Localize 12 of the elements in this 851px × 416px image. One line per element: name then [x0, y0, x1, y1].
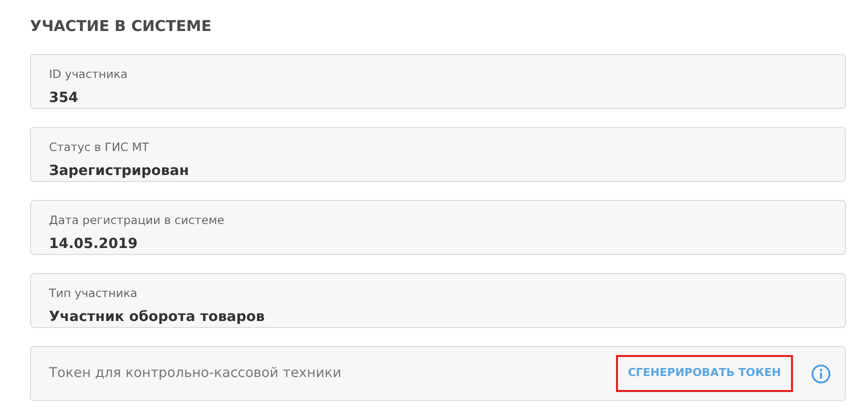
section-title: УЧАСТИЕ В СИСТЕМЕ	[30, 16, 212, 37]
field-value: 14.05.2019	[49, 235, 138, 254]
field-value: Зарегистрирован	[49, 162, 189, 181]
info-icon[interactable]	[811, 364, 831, 384]
field-label: Статус в ГИС МТ	[49, 139, 149, 155]
generate-token-button[interactable]: СГЕНЕРИРОВАТЬ ТОКЕН	[618, 357, 791, 390]
field-value: Участник оборота товаров	[49, 308, 265, 327]
field-label: Дата регистрации в системе	[49, 212, 224, 228]
field-label: ID участника	[49, 66, 128, 82]
field-label: Тип участника	[49, 285, 138, 301]
field-value: 354	[49, 89, 78, 108]
field-label: Токен для контрольно-кассовой техники	[49, 364, 342, 384]
